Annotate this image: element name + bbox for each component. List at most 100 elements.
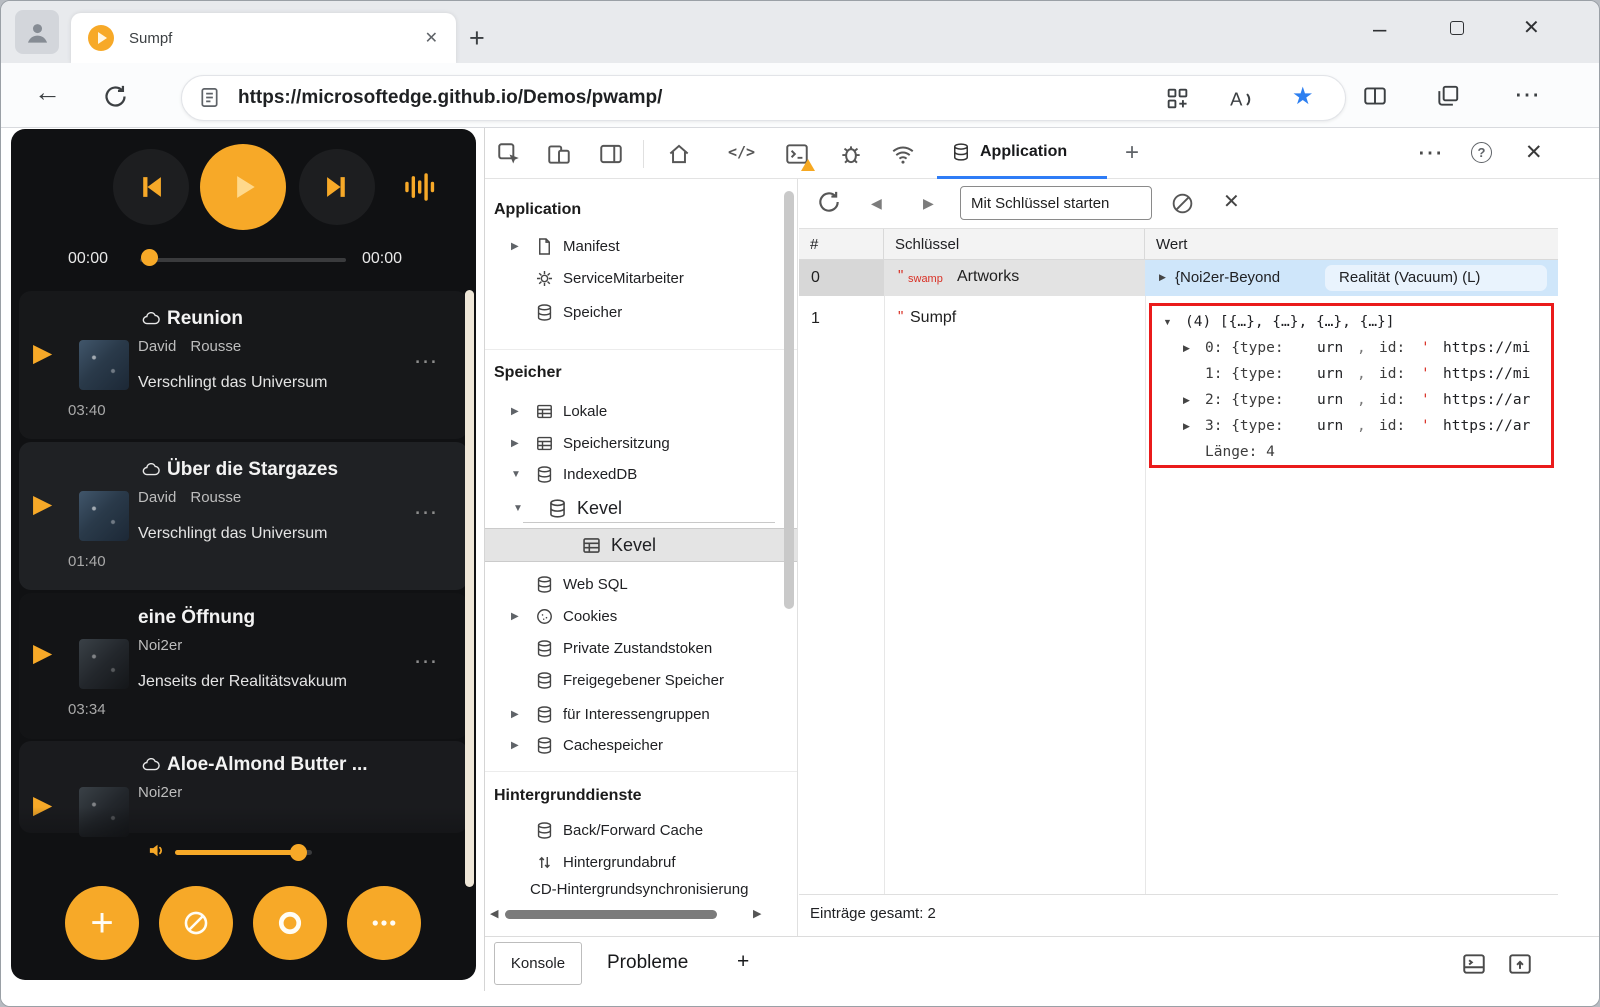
row-value-cell[interactable]: ▶ {Noi2er-Beyond Realität (Vacuum) (L)	[1145, 260, 1558, 296]
collapse-icon[interactable]: ▼	[511, 469, 527, 480]
sidebar-item-bfcache[interactable]: Back/Forward Cache	[485, 815, 798, 845]
sidebar-item-indexeddb[interactable]: ▼ IndexedDB	[485, 459, 798, 489]
collapse-icon[interactable]: ▼	[513, 503, 529, 514]
dock-side-icon[interactable]	[598, 141, 624, 167]
devtools-more-icon[interactable]: ⋯	[1417, 139, 1443, 165]
hscroll-right-icon[interactable]: ▶	[753, 909, 761, 920]
toggle-drawer-icon[interactable]	[1461, 951, 1487, 977]
close-window-button[interactable]: ✕	[1523, 18, 1540, 38]
row-key-cell[interactable]: " swamp Artworks	[884, 260, 1145, 296]
value-summary-line[interactable]: ▼ (4) [{…}, {…}, {…}, {…}]	[1152, 309, 1551, 335]
minimize-button[interactable]: –	[1373, 18, 1386, 42]
seek-knob[interactable]	[141, 249, 158, 266]
dock-panel-icon[interactable]	[1507, 951, 1533, 977]
row-key-cell[interactable]: " Sumpf	[884, 296, 1145, 332]
sources-icon[interactable]: </>	[728, 145, 755, 160]
next-page-icon[interactable]: ▶	[923, 196, 934, 210]
sidebar-item-background-fetch[interactable]: Hintergrundabruf	[485, 847, 798, 877]
new-tab-button[interactable]: +	[469, 25, 485, 52]
sidebar-item-cookies[interactable]: ▶ Cookies	[485, 601, 798, 631]
browser-tab[interactable]: Sumpf ✕	[71, 13, 456, 63]
record-button[interactable]	[253, 886, 327, 960]
previous-track-button[interactable]	[113, 149, 189, 225]
expand-icon[interactable]: ▶	[511, 740, 527, 751]
sidebar-item-local-storage[interactable]: ▶ Lokale	[485, 396, 798, 426]
delete-selected-icon[interactable]: ✕	[1223, 192, 1240, 212]
devtools-help-icon[interactable]: ?	[1471, 142, 1492, 163]
browser-menu-icon[interactable]: ⋯	[1514, 81, 1540, 107]
console-drawer-tab[interactable]: Konsole	[494, 942, 582, 985]
favorite-star-icon[interactable]: ★	[1292, 85, 1314, 109]
track-play-button[interactable]: ▶	[33, 641, 52, 666]
track-play-button[interactable]: ▶	[33, 341, 52, 366]
sidebar-item-websql[interactable]: Web SQL	[485, 569, 798, 599]
row-index-cell[interactable]: 0	[799, 260, 884, 296]
sidebar-item-kevel-database[interactable]: ▼ Kevel	[485, 493, 798, 523]
expand-icon[interactable]: ▶	[1183, 421, 1205, 432]
expand-icon[interactable]: ▶	[511, 611, 527, 622]
value-item-line[interactable]: 1: {type: urn , id: ' https://mi	[1152, 361, 1551, 387]
sidebar-item-background-sync[interactable]: CD-Hintergrundsynchronisierung	[485, 874, 798, 904]
tab-application[interactable]: Application	[937, 128, 1107, 179]
prev-page-icon[interactable]: ◀	[871, 196, 882, 210]
sidebar-item-shared-storage[interactable]: Freigegebener Speicher	[485, 665, 798, 695]
network-icon[interactable]	[890, 141, 916, 167]
add-tab-button[interactable]: +	[1125, 141, 1139, 165]
expand-icon[interactable]: ▶	[511, 438, 527, 449]
apps-grid-icon[interactable]	[1165, 86, 1190, 111]
track-item[interactable]: ▶ Über die Stargazes David Rousse Versch…	[19, 442, 468, 590]
expand-icon[interactable]: ▶	[511, 241, 527, 252]
value-item-line[interactable]: ▶ 0: {type: urn , id: ' https://mi	[1152, 335, 1551, 361]
key-filter-input[interactable]	[960, 186, 1152, 220]
add-song-button[interactable]: +	[65, 886, 139, 960]
play-button[interactable]	[200, 144, 286, 230]
maximize-button[interactable]	[1450, 21, 1464, 35]
next-track-button[interactable]	[299, 149, 375, 225]
volume-knob[interactable]	[290, 844, 307, 861]
player-more-button[interactable]	[347, 886, 421, 960]
seek-slider[interactable]	[140, 258, 346, 262]
site-info-icon[interactable]	[198, 86, 221, 109]
value-item-line[interactable]: ▶ 2: {type: urn , id: ' https://ar	[1152, 387, 1551, 413]
read-aloud-icon[interactable]: A	[1228, 86, 1254, 112]
address-bar[interactable]: https://microsoftedge.github.io/Demos/pw…	[181, 75, 1346, 121]
inspect-icon[interactable]	[496, 141, 522, 167]
console-icon[interactable]	[784, 141, 810, 167]
sidebar-item-session-storage[interactable]: ▶ Speichersitzung	[485, 428, 798, 458]
track-item[interactable]: ▶ Reunion David Rousse Verschlingt das U…	[19, 291, 468, 439]
tab-close-icon[interactable]: ✕	[425, 28, 438, 48]
value-item-line[interactable]: ▶ 3: {type: urn , id: ' https://ar	[1152, 413, 1551, 439]
split-screen-icon[interactable]	[1362, 83, 1388, 109]
sidebar-vscrollbar[interactable]	[784, 191, 794, 609]
debug-icon[interactable]	[838, 141, 864, 167]
playlist-scrollbar[interactable]	[465, 290, 474, 887]
expand-value-icon[interactable]: ▶	[1159, 273, 1166, 282]
track-menu-button[interactable]: …	[413, 494, 440, 519]
expand-icon[interactable]: ▶	[1183, 343, 1205, 354]
back-button[interactable]: ←	[34, 79, 61, 106]
track-menu-button[interactable]: …	[413, 643, 440, 668]
refresh-button[interactable]	[102, 83, 129, 110]
url-text[interactable]: https://microsoftedge.github.io/Demos/pw…	[238, 76, 662, 120]
track-menu-button[interactable]: …	[413, 343, 440, 368]
expand-icon[interactable]: ▶	[511, 406, 527, 417]
hscroll-left-icon[interactable]: ◀	[490, 909, 498, 920]
profile-avatar[interactable]	[15, 10, 59, 54]
refresh-data-icon[interactable]	[816, 189, 842, 215]
track-play-button[interactable]: ▶	[33, 492, 52, 517]
equalizer-icon[interactable]	[402, 170, 436, 204]
clear-playlist-button[interactable]	[159, 886, 233, 960]
clear-filter-icon[interactable]	[1170, 191, 1195, 216]
problems-tab[interactable]: Probleme	[607, 953, 688, 972]
sidebar-item-manifest[interactable]: ▶ Manifest	[485, 231, 798, 261]
drawer-add-icon[interactable]: +	[737, 951, 749, 972]
sidebar-item-interest-groups[interactable]: ▶ für Interessengruppen	[485, 699, 798, 729]
row-index-cell[interactable]: 1	[799, 296, 884, 326]
sidebar-item-private-state-tokens[interactable]: Private Zustandstoken	[485, 633, 798, 663]
sidebar-item-storage[interactable]: Speicher	[485, 297, 798, 327]
device-toolbar-icon[interactable]	[546, 141, 572, 167]
sidebar-item-service-workers[interactable]: ServiceMitarbeiter	[485, 263, 798, 293]
expand-icon[interactable]: ▶	[511, 709, 527, 720]
collapse-icon[interactable]: ▼	[1163, 317, 1185, 327]
sidebar-item-kevel-store[interactable]: Kevel	[485, 528, 798, 562]
